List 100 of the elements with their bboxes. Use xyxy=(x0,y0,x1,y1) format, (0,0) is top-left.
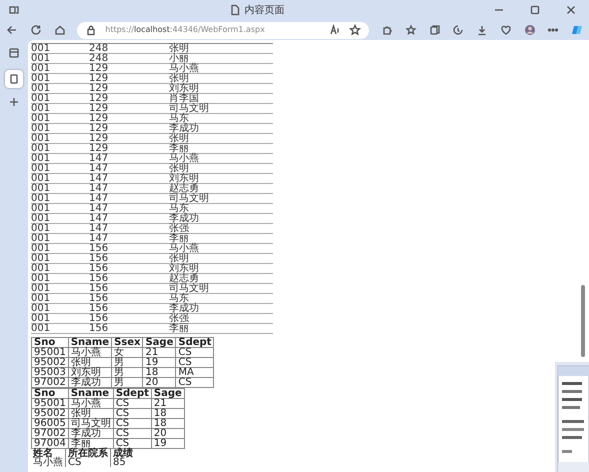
table-cell: 马东 xyxy=(169,294,273,304)
table-cell: 男 xyxy=(112,378,143,388)
table-cell: 张强 xyxy=(169,314,273,324)
table-cell: 马小燕 xyxy=(169,64,273,74)
table-cell: 张明 xyxy=(68,358,112,368)
table-cell: 司马文明 xyxy=(169,104,273,114)
table-cell: 女 xyxy=(112,348,143,358)
table-cell: 248 xyxy=(89,54,169,64)
table-cell: 19 xyxy=(142,358,176,368)
table-cell: 001 xyxy=(31,44,89,54)
table-cell: 21 xyxy=(151,398,184,408)
table-cell: 001 xyxy=(31,114,89,124)
table-cell: 001 xyxy=(31,324,89,334)
table-cell: 156 xyxy=(89,304,169,314)
table-cell: 95001 xyxy=(32,398,68,408)
column-header: Sage xyxy=(151,388,184,398)
table-cell: 95002 xyxy=(32,358,68,368)
table-cell: 李成功 xyxy=(68,378,112,388)
column-header: 成绩 xyxy=(110,449,135,458)
table-cell: 马小燕 xyxy=(169,154,273,164)
table-cell: 李成功 xyxy=(169,304,273,314)
table-cell: 李丽 xyxy=(169,234,273,244)
table-cell: 001 xyxy=(31,204,89,214)
table-cell: MA xyxy=(176,368,214,378)
table-cell: 156 xyxy=(89,284,169,294)
table-cell: 156 xyxy=(89,324,169,334)
table-cell: 小丽 xyxy=(169,54,273,64)
table-cell: 张明 xyxy=(68,408,114,418)
table-cell: 001 xyxy=(31,84,89,94)
table-cell: 司马文明 xyxy=(68,418,114,428)
table-cell: 001 xyxy=(31,294,89,304)
table-cell: 李成功 xyxy=(169,124,273,134)
table-cell: 张明 xyxy=(169,44,273,54)
table-cell: 129 xyxy=(89,134,169,144)
table-cell: 18 xyxy=(151,408,184,418)
table-cell: 001 xyxy=(31,244,89,254)
table-cell: 001 xyxy=(31,214,89,224)
table-cell: 147 xyxy=(89,204,169,214)
table-cell: 20 xyxy=(151,428,184,438)
table-cell: 张明 xyxy=(169,164,273,174)
table-cell: 马东 xyxy=(169,204,273,214)
column-header: Sdept xyxy=(176,338,214,348)
table-cell: 147 xyxy=(89,234,169,244)
table-cell: 95003 xyxy=(32,368,68,378)
table-cell: 李成功 xyxy=(68,428,114,438)
table-cell: 147 xyxy=(89,174,169,184)
table-cell: 156 xyxy=(89,314,169,324)
table-cell: 129 xyxy=(89,114,169,124)
table-cell: 147 xyxy=(89,224,169,234)
table-cell: 刘东明 xyxy=(68,368,112,378)
table-cell: 147 xyxy=(89,194,169,204)
table-cell: CS xyxy=(113,398,152,408)
table-cell: 96005 xyxy=(32,418,68,428)
table-cell: 001 xyxy=(31,104,89,114)
table-cell: 18 xyxy=(142,368,176,378)
column-header: Sdept xyxy=(113,388,152,398)
table-cell: 129 xyxy=(89,144,169,154)
table-cell: 司马文明 xyxy=(169,194,273,204)
url-text: https://localhost:44346/WebForm1.aspx xyxy=(105,24,266,36)
table-cell: 001 xyxy=(31,174,89,184)
table-cell: 肖李国 xyxy=(169,94,273,104)
table-cell: 男 xyxy=(112,368,143,378)
table-cell: 001 xyxy=(31,234,89,244)
table-cell: 129 xyxy=(89,124,169,134)
table-cell: 248 xyxy=(89,44,169,54)
table-cell: 李丽 xyxy=(169,324,273,334)
table-cell: 马小燕 xyxy=(68,398,114,408)
table-cell: 刘东明 xyxy=(169,174,273,184)
table-cell: 001 xyxy=(31,134,89,144)
column-header: 姓名 xyxy=(31,449,66,458)
table-cell: 19 xyxy=(151,438,184,448)
address-bar[interactable]: https://localhost:44346/WebForm1.aspx xyxy=(77,22,370,38)
table-cell: 001 xyxy=(31,304,89,314)
table-cell: 李丽 xyxy=(169,144,273,154)
table-cell: 马东 xyxy=(169,114,273,124)
table-cell: CS xyxy=(113,418,152,428)
table-cell: 马小燕 xyxy=(169,244,273,254)
table-cell: 95001 xyxy=(32,348,68,358)
table-cell: 张明 xyxy=(169,254,273,264)
table-cell: 147 xyxy=(89,214,169,224)
table-cell: 147 xyxy=(89,184,169,194)
table-cell: 刘东明 xyxy=(169,264,273,274)
table-cell: 21 xyxy=(142,348,176,358)
table-cell: 男 xyxy=(112,358,143,368)
table-cell: 张强 xyxy=(169,224,273,234)
table-cell: 001 xyxy=(31,54,89,64)
table-cell: 001 xyxy=(31,64,89,74)
table-cell: 张明 xyxy=(169,134,273,144)
table-cell: CS xyxy=(176,348,214,358)
column-header: Ssex xyxy=(112,338,143,348)
table-cell: 20 xyxy=(142,378,176,388)
table-cell: 95002 xyxy=(32,408,68,418)
table-cell: 129 xyxy=(89,84,169,94)
table-cell: 001 xyxy=(31,284,89,294)
table-cell: 001 xyxy=(31,74,89,84)
column-header: Sage xyxy=(142,338,176,348)
table-cell: 刘东明 xyxy=(169,84,273,94)
table-cell: 147 xyxy=(89,164,169,174)
table-cell: CS xyxy=(113,408,152,418)
column-header: Sno xyxy=(32,388,68,398)
